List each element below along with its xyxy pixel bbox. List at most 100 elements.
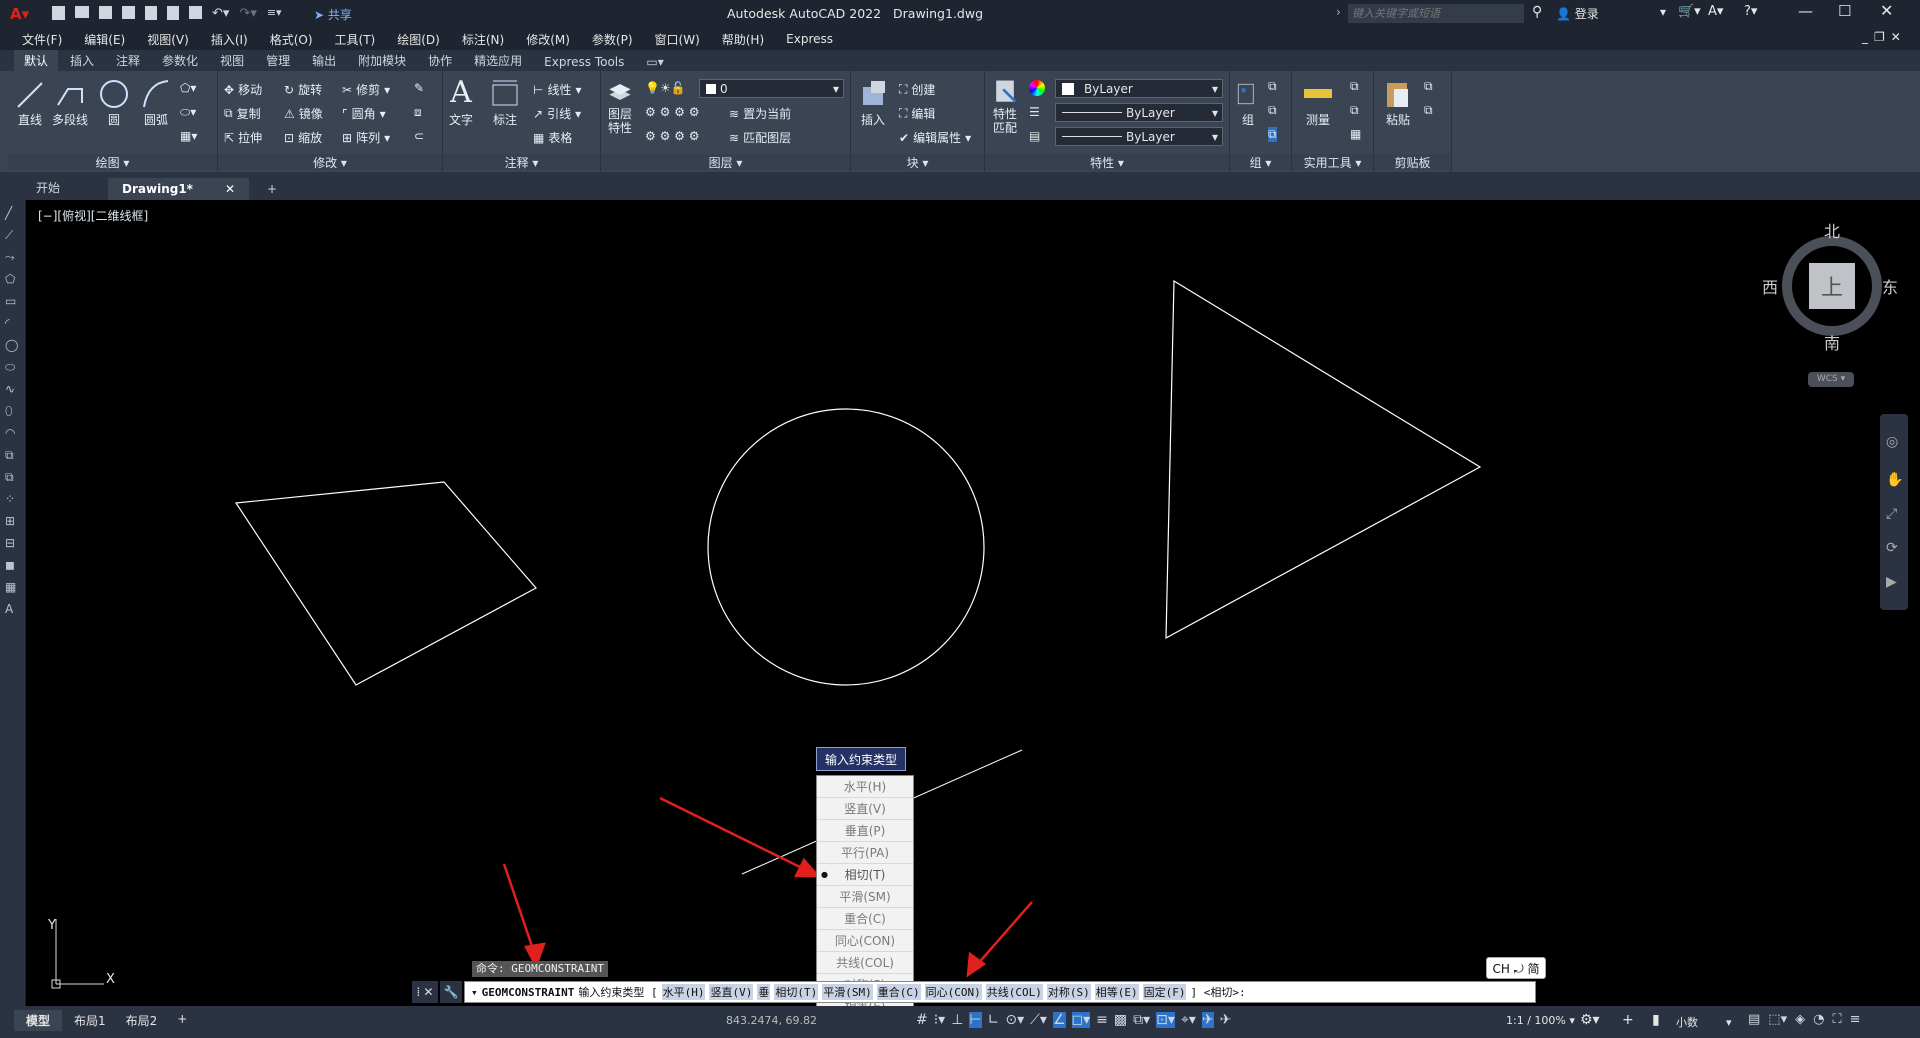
layers-panel-title[interactable]: 图层 ▾	[601, 154, 850, 170]
tab-layout1[interactable]: 布局1	[66, 1010, 114, 1031]
tab-layout2[interactable]: 布局2	[118, 1010, 166, 1031]
quadrilateral-shape[interactable]	[234, 481, 537, 686]
close-button[interactable]: ✕	[1880, 1, 1893, 20]
ribbon-tab-7[interactable]: 附加模块	[348, 50, 416, 71]
ribbon-tab-0[interactable]: 默认	[14, 50, 59, 71]
viewcube-top-face[interactable]: 上	[1809, 263, 1855, 309]
customize-qat-icon[interactable]: ≡▾	[267, 6, 282, 21]
command-option[interactable]: 垂	[757, 984, 771, 1000]
block-panel-title[interactable]: 块 ▾	[851, 154, 984, 170]
arc-button[interactable]: 圆弧	[140, 77, 172, 128]
line-button[interactable]: 直线	[14, 77, 46, 128]
redo-icon[interactable]: ↷▾	[239, 6, 256, 21]
menu-item-11[interactable]: 帮助(H)	[722, 31, 764, 48]
command-option[interactable]: 共线(COL)	[985, 984, 1043, 1000]
left-tool-icon-15[interactable]: ⊟	[5, 536, 21, 552]
clean-screen-icon[interactable]: ⛶	[1832, 1012, 1841, 1027]
modify-panel-title[interactable]: 修改 ▾	[218, 154, 442, 170]
layer-properties-button[interactable]: 图层特性	[605, 77, 635, 135]
ribbon-tab-10[interactable]: Express Tools	[534, 53, 634, 71]
constraint-option[interactable]: 水平(H)	[817, 776, 913, 798]
command-line[interactable]: ▾ GEOMCONSTRAINT 输入约束类型 [水平(H) 竖直(V) 垂相切(T) 平…	[464, 981, 1536, 1003]
login-button[interactable]: 👤 登录	[1556, 5, 1599, 22]
auto-scale-icon[interactable]: ✈	[1220, 1012, 1232, 1028]
circle-shape[interactable]	[707, 408, 985, 686]
annotation-visibility-icon[interactable]: ✈	[1201, 1012, 1214, 1028]
left-tool-icon-11[interactable]: ⧉	[5, 448, 21, 464]
triangle-shape[interactable]	[1165, 279, 1482, 640]
command-option[interactable]: 相切(T)	[774, 984, 819, 1000]
ungroup-icon[interactable]: ⧉	[1268, 79, 1277, 94]
left-tool-icon-13[interactable]: ⁘	[5, 492, 21, 508]
edit-attributes-button[interactable]: ✔ 编辑属性 ▾	[899, 129, 971, 146]
viewport-controls[interactable]: [−][俯视][二维线框]	[38, 207, 148, 224]
bulb-icon[interactable]: 💡	[645, 81, 660, 95]
login-dropdown-icon[interactable]: ▾	[1660, 5, 1666, 19]
group-select-icon[interactable]: ⧉	[1268, 127, 1277, 142]
match-layer-button[interactable]: ≋ 匹配图层	[729, 129, 791, 146]
annotation-panel-title[interactable]: 注释 ▾	[443, 154, 600, 170]
menu-item-9[interactable]: 参数(P)	[592, 31, 633, 48]
pan-icon[interactable]: ✋	[1886, 472, 1903, 488]
set-current-button[interactable]: ≋ 置为当前	[729, 105, 791, 122]
linear-button[interactable]: ⊢ 线性 ▾	[533, 81, 582, 98]
customize-wrench-icon[interactable]: 🔧	[440, 981, 462, 1003]
left-tool-icon-7[interactable]: ⬭	[5, 360, 21, 376]
workspace-gear-icon[interactable]: ⚙▾	[1580, 1012, 1600, 1028]
layer-tool-icons-row1[interactable]: ⚙ ⚙ ⚙ ⚙	[645, 105, 699, 119]
constraint-option[interactable]: 平滑(SM)	[817, 886, 913, 908]
ribbon-tab-3[interactable]: 参数化	[152, 50, 208, 71]
steering-wheel-icon[interactable]: ◎	[1886, 434, 1898, 450]
annotation-scale[interactable]: 1:1 / 100% ▾	[1506, 1014, 1575, 1027]
open-web-icon[interactable]	[145, 6, 157, 20]
create-block-button[interactable]: ⛶ 创建	[899, 81, 935, 98]
command-option[interactable]: 重合(C)	[876, 984, 921, 1000]
menu-item-6[interactable]: 绘图(D)	[397, 31, 440, 48]
customization-icon[interactable]: ≡	[1850, 1012, 1861, 1027]
compass-west[interactable]: 西	[1762, 274, 1778, 298]
menu-item-3[interactable]: 插入(I)	[211, 31, 248, 48]
table-button[interactable]: ▦ 表格	[533, 129, 572, 146]
command-option[interactable]: 固定(F)	[1142, 984, 1187, 1000]
polar-icon[interactable]: ⊙▾	[1005, 1012, 1024, 1028]
offset-icon[interactable]: ⊂	[414, 129, 424, 143]
units-dropdown[interactable]: 小数 ▾	[1676, 1014, 1732, 1030]
group-edit-icon[interactable]: ⧉	[1268, 103, 1277, 118]
fillet-button[interactable]: ⌜ 圆角 ▾	[342, 105, 386, 122]
search-icon[interactable]: ⚲	[1532, 4, 1542, 20]
open-file-icon[interactable]	[75, 6, 89, 18]
compass-south[interactable]: 南	[1824, 330, 1840, 354]
menu-item-2[interactable]: 视图(V)	[147, 31, 189, 48]
constraint-option[interactable]: 垂直(P)	[817, 820, 913, 842]
grid-icon[interactable]: #	[916, 1012, 928, 1028]
edit-block-button[interactable]: ⛶ 编辑	[899, 105, 935, 122]
close-tab-icon[interactable]: ✕	[225, 182, 235, 196]
linetype-dropdown[interactable]: ByLayer ▾	[1055, 127, 1223, 146]
properties-panel-title[interactable]: 特性 ▾	[985, 154, 1229, 170]
expand-arrow-icon[interactable]: ›	[1336, 5, 1341, 19]
add-layout-icon[interactable]: +	[169, 1010, 195, 1031]
text-button[interactable]: A 文字	[449, 75, 473, 128]
zoom-extents-icon[interactable]: ⤢	[1886, 506, 1897, 522]
save-web-icon[interactable]	[167, 6, 179, 20]
menu-item-1[interactable]: 编辑(E)	[84, 31, 125, 48]
ribbon-tab-9[interactable]: 精选应用	[464, 50, 532, 71]
ribbon-tab-8[interactable]: 协作	[418, 50, 462, 71]
infer-constraints-icon[interactable]: ⊥	[951, 1012, 963, 1028]
lineweight-toggle-icon[interactable]: ≡	[1096, 1012, 1108, 1028]
annotation-monitor-icon[interactable]: +	[1622, 1012, 1634, 1028]
left-tool-icon-10[interactable]: ◠	[5, 426, 21, 442]
command-option[interactable]: 平滑(SM)	[822, 984, 873, 1000]
save-as-icon[interactable]	[122, 6, 135, 19]
polyline-button[interactable]: 多段线	[52, 77, 88, 128]
osnap-tracking-icon[interactable]: ∠	[1052, 1012, 1066, 1028]
coordinates-readout[interactable]: 843.2474, 69.82	[726, 1014, 817, 1027]
autodesk-a360-icon[interactable]: A▾	[1708, 4, 1723, 19]
constraint-option[interactable]: 重合(C)	[817, 908, 913, 930]
compass-north[interactable]: 北	[1824, 218, 1840, 242]
menu-item-12[interactable]: Express	[786, 32, 833, 46]
left-tool-icon-6[interactable]: ◯	[5, 338, 21, 354]
undo-icon[interactable]: ↶▾	[212, 6, 229, 21]
plot-icon[interactable]	[189, 6, 202, 19]
copy-clip-icon[interactable]: ⧉	[1424, 79, 1433, 94]
